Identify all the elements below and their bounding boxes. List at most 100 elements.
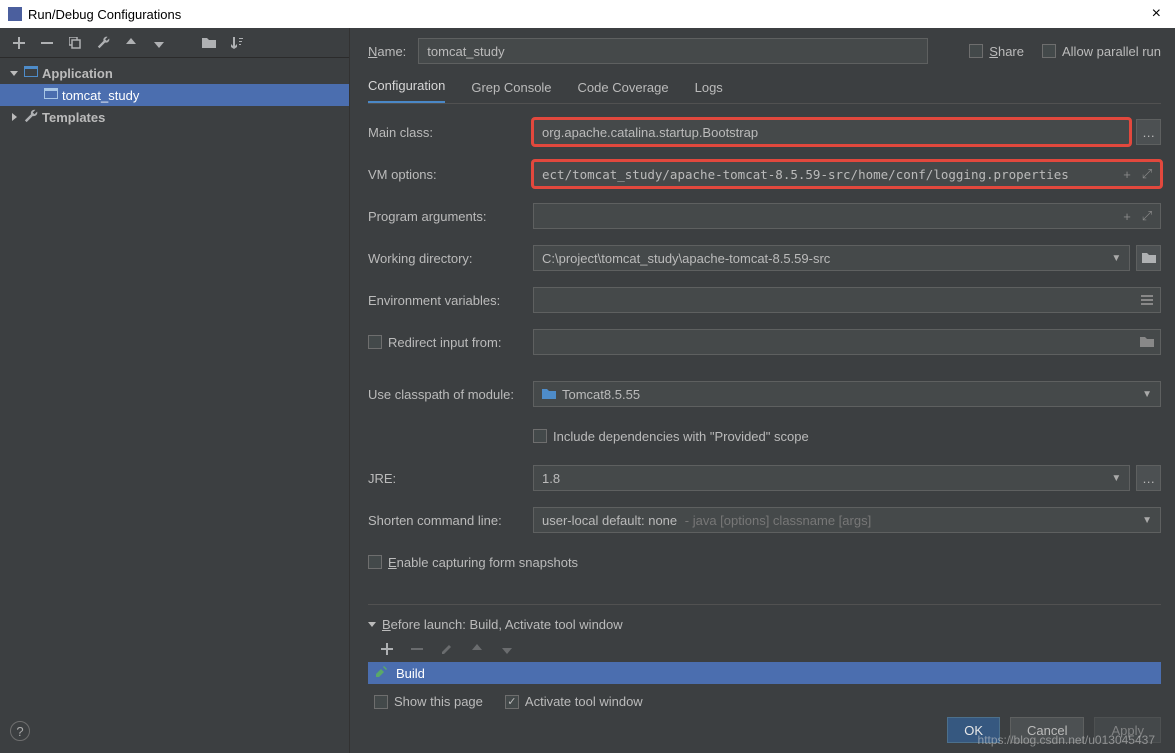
classpath-value: Tomcat8.5.55 [562, 387, 640, 402]
tab-code-coverage[interactable]: Code Coverage [578, 80, 669, 103]
expand-icon[interactable]: ⤢ [1139, 208, 1155, 224]
jre-label: JRE: [368, 471, 523, 486]
build-label: Build [396, 666, 425, 681]
row-shorten: Shorten command line: user-local default… [368, 506, 1161, 534]
help-icon[interactable]: ? [10, 721, 30, 741]
copy-icon[interactable] [66, 34, 84, 52]
show-page-checkbox[interactable]: Show this page [374, 694, 483, 709]
config-form: Main class: … VM options: + ⤢ Program ar… [368, 104, 1161, 576]
row-include-provided: Include dependencies with "Provided" sco… [368, 422, 1161, 450]
collapse-icon[interactable] [8, 71, 20, 76]
row-working-dir: Working directory: C:\project\tomcat_stu… [368, 244, 1161, 272]
jre-select[interactable]: 1.8 ▼ [533, 465, 1130, 491]
list-icon[interactable] [1139, 292, 1155, 308]
env-vars-input[interactable] [533, 287, 1161, 313]
browse-button[interactable]: … [1136, 465, 1161, 491]
row-env-vars: Environment variables: [368, 286, 1161, 314]
tree-label: Templates [42, 110, 105, 125]
tree-label: Application [42, 66, 113, 81]
name-input[interactable] [418, 38, 928, 64]
cancel-button[interactable]: Cancel [1010, 717, 1084, 743]
wrench-icon [24, 109, 38, 126]
tree-node-templates[interactable]: Templates [0, 106, 349, 128]
tree-node-application[interactable]: Application [0, 62, 349, 84]
list-item[interactable]: Build [368, 662, 1161, 684]
row-program-args: Program arguments: + ⤢ [368, 202, 1161, 230]
edit-icon[interactable] [438, 640, 456, 658]
shorten-hint: - java [options] classname [args] [681, 513, 871, 528]
redirect-checkbox[interactable]: Redirect input from: [368, 335, 501, 350]
ok-button[interactable]: OK [947, 717, 1000, 743]
activate-tool-window-checkbox[interactable]: Activate tool window [505, 694, 643, 709]
shorten-value: user-local default: none [542, 513, 677, 528]
tabs: Configuration Grep Console Code Coverage… [368, 74, 1161, 104]
titlebar: Run/Debug Configurations × [0, 0, 1175, 28]
remove-icon[interactable] [408, 640, 426, 658]
row-main-class: Main class: … [368, 118, 1161, 146]
row-vm-options: VM options: + ⤢ [368, 160, 1161, 188]
share-checkbox[interactable]: Share [969, 44, 1024, 59]
apply-button[interactable]: Apply [1094, 717, 1161, 743]
allow-parallel-label: Allow parallel run [1062, 44, 1161, 59]
working-dir-input[interactable]: C:\project\tomcat_study\apache-tomcat-8.… [533, 245, 1130, 271]
classpath-select[interactable]: Tomcat8.5.55 ▼ [533, 381, 1161, 407]
collapse-icon [368, 622, 376, 627]
redirect-label: Redirect input from: [368, 335, 523, 350]
vm-options-input[interactable] [533, 161, 1161, 187]
before-launch-checks: Show this page Activate tool window [368, 684, 1161, 709]
move-up-icon[interactable] [468, 640, 486, 658]
row-enable-capture: Enable capturing form snapshots [368, 548, 1161, 576]
row-classpath: Use classpath of module: Tomcat8.5.55 ▼ [368, 380, 1161, 408]
folder-icon[interactable] [1139, 334, 1155, 350]
remove-icon[interactable] [38, 34, 56, 52]
include-provided-checkbox[interactable]: Include dependencies with "Provided" sco… [533, 429, 809, 444]
tab-logs[interactable]: Logs [695, 80, 723, 103]
tab-configuration[interactable]: Configuration [368, 78, 445, 103]
before-launch-header[interactable]: Before launch: Build, Activate tool wind… [368, 617, 1161, 632]
build-icon [374, 665, 388, 682]
browse-button[interactable]: … [1136, 119, 1161, 145]
application-icon [44, 87, 58, 104]
allow-parallel-checkbox[interactable]: Allow parallel run [1042, 44, 1161, 59]
move-down-icon[interactable] [498, 640, 516, 658]
sidebar: Application tomcat_study Templates [0, 28, 350, 753]
add-icon[interactable]: + [1119, 208, 1135, 224]
chevron-down-icon: ▼ [1111, 473, 1121, 484]
expand-icon[interactable] [8, 113, 20, 121]
shorten-select[interactable]: user-local default: none - java [options… [533, 507, 1161, 533]
folder-icon[interactable] [200, 34, 218, 52]
chevron-down-icon: ▼ [1142, 515, 1152, 526]
add-icon[interactable] [10, 34, 28, 52]
add-icon[interactable]: + [1119, 166, 1135, 182]
redirect-input [533, 329, 1161, 355]
tree-label: tomcat_study [62, 88, 139, 103]
program-args-input[interactable] [533, 203, 1161, 229]
before-launch-toolbar [368, 632, 1161, 662]
expand-icon[interactable]: ⤢ [1139, 166, 1155, 182]
application-icon [24, 65, 38, 82]
chevron-down-icon: ▼ [1142, 389, 1152, 400]
show-page-label: Show this page [394, 694, 483, 709]
row-redirect-input: Redirect input from: [368, 328, 1161, 356]
sort-icon[interactable] [228, 34, 246, 52]
share-label: Share [989, 44, 1024, 59]
main-class-input[interactable] [533, 119, 1130, 145]
redirect-label-text: Redirect input from: [388, 335, 501, 350]
config-tree[interactable]: Application tomcat_study Templates [0, 58, 349, 753]
before-launch-list[interactable]: Build [368, 662, 1161, 684]
module-icon [542, 388, 556, 400]
add-icon[interactable] [378, 640, 396, 658]
close-icon[interactable]: × [1146, 5, 1167, 23]
move-down-icon[interactable] [150, 34, 168, 52]
enable-capture-label: Enable capturing form snapshots [388, 555, 578, 570]
browse-button[interactable] [1136, 245, 1161, 271]
tab-grep-console[interactable]: Grep Console [471, 80, 551, 103]
move-up-icon[interactable] [122, 34, 140, 52]
enable-capture-checkbox[interactable]: Enable capturing form snapshots [368, 555, 578, 570]
right-panel: Name: Share Allow parallel run Configura… [350, 28, 1175, 753]
chevron-down-icon: ▼ [1111, 253, 1121, 264]
top-right-checks: Share Allow parallel run [969, 44, 1161, 59]
classpath-label: Use classpath of module: [368, 387, 523, 402]
wrench-icon[interactable] [94, 34, 112, 52]
tree-node-tomcat-study[interactable]: tomcat_study [0, 84, 349, 106]
